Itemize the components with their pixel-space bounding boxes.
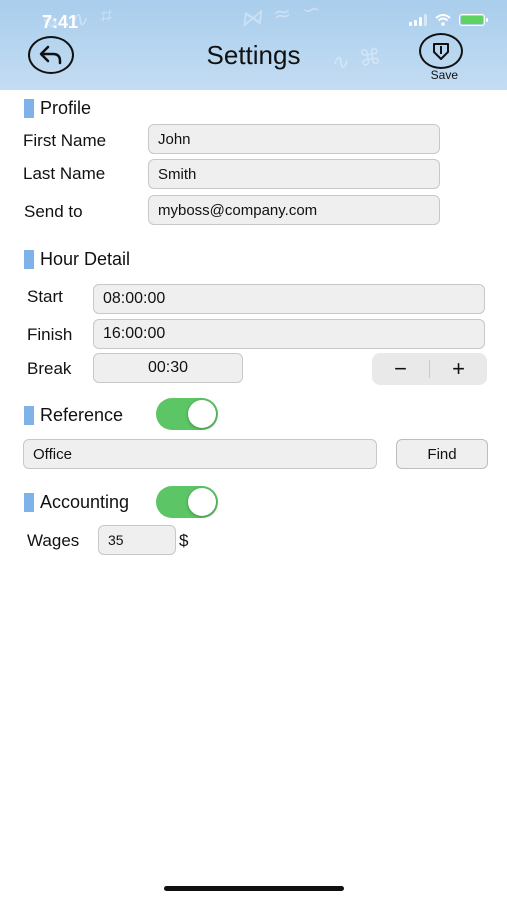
wages-label: Wages <box>27 531 80 550</box>
last-name-label: Last Name <box>23 164 106 183</box>
currency-symbol: $ <box>179 531 189 550</box>
accounting-toggle[interactable] <box>156 486 218 518</box>
toggle-knob <box>188 488 216 516</box>
section-title: Reference <box>40 405 124 425</box>
send-to-field[interactable]: myboss@company.com <box>148 195 440 225</box>
section-marker <box>24 406 34 425</box>
wifi-icon <box>435 14 451 26</box>
section-title: Hour Detail <box>40 249 131 269</box>
section-reference: Reference <box>24 405 123 426</box>
save-label: Save <box>430 68 458 82</box>
header-doodle: ⋈ ≈ ∽ <box>238 0 325 33</box>
increment-button[interactable]: + <box>430 353 487 385</box>
start-time-field[interactable]: 08:00:00 <box>93 284 485 314</box>
first-name-field[interactable]: John <box>148 124 440 154</box>
section-marker <box>24 250 34 269</box>
break-label: Break <box>27 359 72 378</box>
start-label: Start <box>27 287 63 306</box>
signal-icon <box>409 14 427 26</box>
section-hour-detail: Hour Detail <box>24 249 130 270</box>
download-icon <box>433 43 449 60</box>
break-duration-field[interactable]: 00:30 <box>93 353 243 383</box>
toggle-knob <box>188 400 216 428</box>
break-stepper: − + <box>372 353 487 385</box>
section-profile: Profile <box>24 98 91 119</box>
finish-label: Finish <box>27 325 73 344</box>
section-marker <box>24 493 34 512</box>
section-title: Accounting <box>40 492 130 512</box>
status-icons <box>409 14 488 26</box>
section-accounting: Accounting <box>24 492 129 513</box>
section-title: Profile <box>40 98 92 118</box>
navigation-header: ✎ ∿ ⌗ ⋈ ≈ ∽ ∿ ⌘ 7:41 Settings Save <box>0 0 507 90</box>
find-button[interactable]: Find <box>396 439 488 469</box>
home-indicator[interactable] <box>164 886 344 891</box>
battery-icon <box>459 14 488 26</box>
reference-toggle[interactable] <box>156 398 218 430</box>
section-marker <box>24 99 34 118</box>
decrement-button[interactable]: − <box>372 353 429 385</box>
send-to-label: Send to <box>24 202 83 221</box>
reference-field[interactable]: Office <box>23 439 377 469</box>
status-time: 7:41 <box>42 12 79 32</box>
last-name-field[interactable]: Smith <box>148 159 440 189</box>
wages-field[interactable]: 35 <box>98 525 176 555</box>
save-button[interactable] <box>419 33 463 69</box>
first-name-label: First Name <box>23 131 107 150</box>
finish-time-field[interactable]: 16:00:00 <box>93 319 485 349</box>
